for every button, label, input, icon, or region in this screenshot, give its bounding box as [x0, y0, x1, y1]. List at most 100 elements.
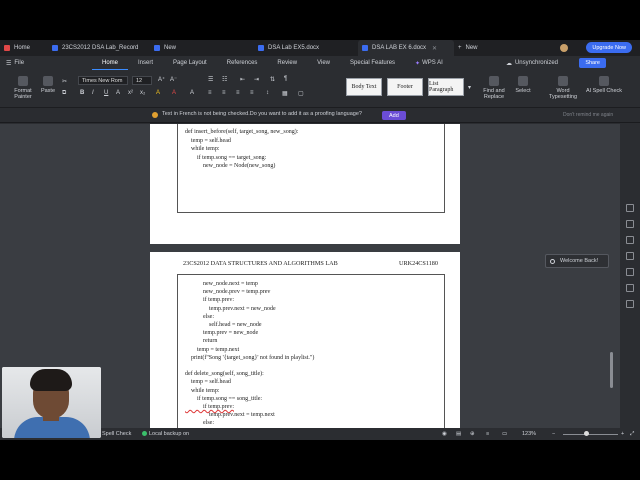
tools-icon[interactable] [626, 300, 634, 308]
share-button[interactable]: Share [579, 58, 606, 68]
account-avatar[interactable] [560, 44, 568, 52]
spell-check-status[interactable]: Spell Check [102, 431, 131, 437]
document-page[interactable]: 23CS2012 DATA STRUCTURES AND ALGORITHMS … [150, 252, 460, 428]
style-footer[interactable]: Footer [387, 78, 423, 96]
new-tab-button[interactable]: + New [454, 40, 494, 56]
superscript-icon[interactable]: x² [128, 90, 133, 96]
decrease-indent-icon[interactable]: ⇤ [240, 76, 245, 83]
zoom-level[interactable]: 123% [522, 431, 536, 437]
properties-icon[interactable] [626, 236, 634, 244]
style-body-text[interactable]: Body Text [346, 78, 382, 96]
document-icon [52, 45, 58, 51]
bold-icon[interactable]: B [80, 90, 84, 96]
code-line: print(f"Song '{target_song}' not found i… [185, 354, 315, 361]
cut-icon[interactable]: ✂ [62, 78, 67, 85]
backup-status[interactable]: Local backup on [142, 431, 189, 437]
tab-new[interactable]: New [150, 40, 254, 56]
find-replace-button[interactable]: Find and Replace [478, 76, 510, 100]
outline-view-icon[interactable]: ≡ [486, 431, 489, 437]
tab-dsa-lab-record[interactable]: 23CS2012 DSA Lab_Record [48, 40, 150, 56]
shading-icon[interactable]: ▦ [282, 90, 288, 97]
strikethrough-icon[interactable]: A [116, 90, 120, 96]
menu-review[interactable]: Review [267, 56, 307, 70]
copy-icon[interactable]: ⧉ [62, 90, 66, 97]
font-color-icon[interactable]: A [172, 90, 176, 96]
code-line: self.head = new_node [185, 322, 262, 328]
zoom-slider-handle[interactable] [584, 431, 589, 436]
eye-icon[interactable]: ◉ [442, 431, 447, 437]
select-button[interactable]: Select [512, 76, 534, 94]
grow-font-icon[interactable]: A⁺ [158, 76, 165, 83]
menu-page-layout[interactable]: Page Layout [163, 56, 217, 70]
tab-home[interactable]: Home [0, 40, 48, 56]
close-icon[interactable]: ✕ [432, 45, 437, 52]
ai-spell-check-button[interactable]: AI Spell Check [584, 76, 624, 94]
borders-icon[interactable]: ▢ [298, 90, 304, 97]
align-left-icon[interactable]: ≡ [208, 90, 212, 96]
line-spacing-icon[interactable]: ↕ [266, 90, 269, 96]
page-header-course: 23CS2012 DATA STRUCTURES AND ALGORITHMS … [183, 260, 338, 267]
shrink-font-icon[interactable]: A⁻ [170, 76, 177, 83]
sort-icon[interactable]: ⇅ [270, 76, 275, 83]
reading-view-icon[interactable]: ▭ [502, 431, 507, 437]
document-icon [154, 45, 160, 51]
code-line: def insert_before(self, target_song, new… [185, 129, 299, 135]
style-list-paragraph[interactable]: List Paragraph [428, 78, 464, 96]
word-typesetting-button[interactable]: Word Typesetting [544, 76, 582, 100]
tab-label: New [164, 45, 177, 51]
styles-expand-icon[interactable]: ▾ [468, 84, 471, 91]
web-view-icon[interactable]: ⊕ [470, 431, 475, 437]
file-label: File [14, 60, 25, 66]
upgrade-now-button[interactable]: Upgrade Now [586, 42, 632, 53]
justify-icon[interactable]: ≡ [250, 90, 254, 96]
pen-icon[interactable] [626, 204, 634, 212]
align-right-icon[interactable]: ≡ [236, 90, 240, 96]
italic-icon[interactable]: I [92, 90, 94, 96]
font-name-select[interactable]: Times New Rom [78, 76, 128, 85]
code-line: if temp.song == song_title: [185, 395, 263, 402]
subscript-icon[interactable]: x₂ [140, 90, 145, 96]
page-view-icon[interactable]: ▤ [456, 431, 461, 437]
increase-indent-icon[interactable]: ⇥ [254, 76, 259, 83]
zoom-in-icon[interactable]: + [621, 431, 624, 437]
right-sidebar [620, 124, 640, 428]
menu-insert[interactable]: Insert [128, 56, 163, 70]
tab-bar: Home 23CS2012 DSA Lab_Record New DSA Lab… [0, 40, 640, 56]
cursor-select-icon[interactable] [626, 220, 634, 228]
show-marks-icon[interactable]: ¶ [284, 76, 287, 82]
bullet-list-icon[interactable]: ☰ [208, 76, 213, 83]
document-icon [258, 45, 264, 51]
add-language-button[interactable]: Add [382, 111, 406, 120]
comment-icon[interactable] [626, 284, 634, 292]
dont-remind-link[interactable]: Don't remind me again [563, 112, 613, 118]
share-icon[interactable] [626, 268, 634, 276]
zoom-out-icon[interactable]: − [552, 431, 555, 437]
numbered-list-icon[interactable]: ☷ [222, 76, 227, 83]
paste-button[interactable]: Paste [38, 76, 58, 94]
menu-home[interactable]: Home [92, 56, 129, 70]
highlight-icon[interactable]: A [156, 90, 160, 96]
fit-screen-icon[interactable]: ⤢ [630, 431, 634, 438]
vertical-scrollbar[interactable] [610, 352, 613, 388]
select-label: Select [515, 88, 531, 94]
menu-view[interactable]: View [307, 56, 340, 70]
welcome-back-toast[interactable]: Welcome Back! [545, 254, 609, 268]
document-page[interactable]: def insert_before(self, target_song, new… [150, 124, 460, 244]
menu-special-features[interactable]: Special Features [340, 56, 405, 70]
code-line: else: [185, 313, 214, 320]
tab-label: 23CS2012 DSA Lab_Record [62, 45, 139, 51]
clear-format-icon[interactable]: A [190, 90, 194, 96]
underline-icon[interactable]: U [104, 90, 108, 96]
zoom-slider[interactable] [563, 434, 618, 435]
settings-icon[interactable] [626, 252, 634, 260]
menu-wps-ai[interactable]: ✦ WPS AI [405, 56, 453, 70]
menu-references[interactable]: References [217, 56, 268, 70]
tab-dsa-lab-ex6[interactable]: DSA LAB EX 6.docx ✕ [358, 40, 454, 56]
tab-dsa-lab-ex5[interactable]: DSA Lab EX5.docx [254, 40, 358, 56]
file-menu[interactable]: ☰ File [0, 56, 46, 70]
format-painter-button[interactable]: Format Painter [10, 76, 36, 100]
font-size-select[interactable]: 12 [132, 76, 152, 85]
location-icon [550, 259, 555, 264]
unsynchronized-status[interactable]: ☁ Unsynchronized [506, 58, 558, 68]
align-center-icon[interactable]: ≡ [222, 90, 226, 96]
